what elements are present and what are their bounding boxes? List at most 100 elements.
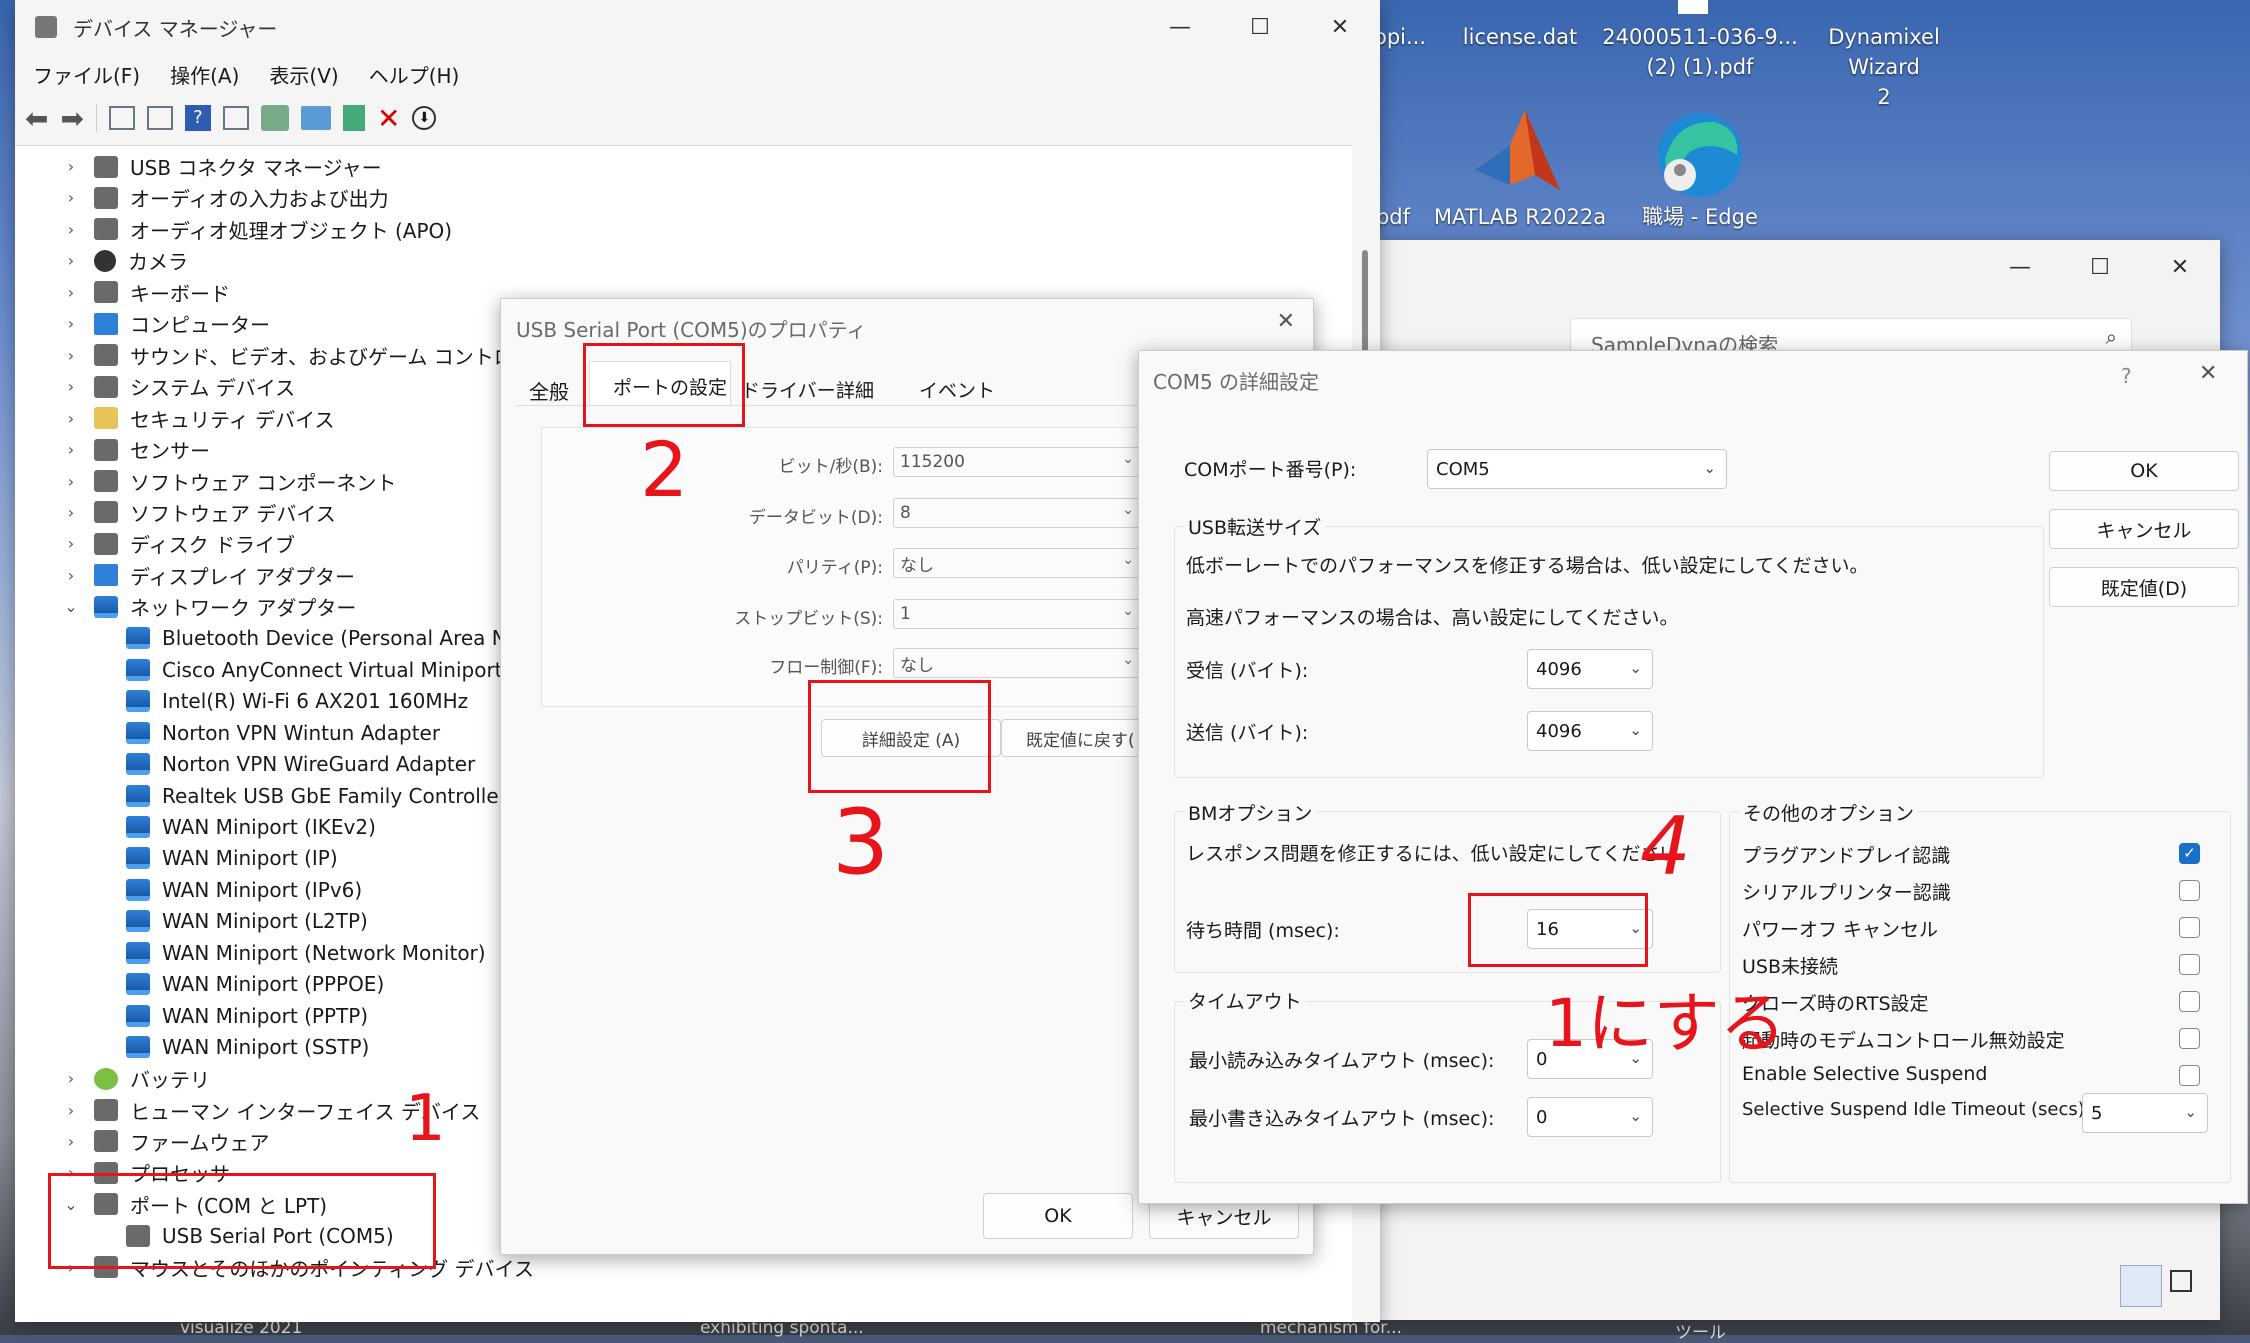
tree-category-item[interactable]: › オーディオ処理オブジェクト (APO)	[58, 214, 452, 245]
enable-device-icon[interactable]	[342, 105, 365, 131]
desktop-icon-pdf[interactable]: 24000511-036-9... (2) (1).pdf	[1600, 22, 1800, 82]
desktop-icon-dynamixel[interactable]: Dynamixel Wizard 2	[1796, 22, 1972, 112]
tree-category-item[interactable]: › ディスク ドライブ	[58, 528, 295, 559]
tree-category-item[interactable]: › システム デバイス	[58, 371, 295, 402]
details-icon[interactable]	[222, 106, 249, 130]
tab-events[interactable]: イベント	[919, 376, 995, 403]
tree-child-item[interactable]: WAN Miniport (Network Monitor)	[90, 937, 486, 968]
chevron-right-icon[interactable]: ›	[58, 1101, 84, 1120]
chevron-right-icon[interactable]: ›	[58, 188, 84, 207]
chevron-right-icon[interactable]: ›	[58, 503, 84, 522]
tree-category-item[interactable]: › ソフトウェア デバイス	[58, 497, 336, 528]
com-port-select[interactable]: COM5 ⌄	[1427, 449, 1727, 489]
stop-bits-select[interactable]: 1 ⌄	[893, 599, 1143, 629]
properties-icon[interactable]	[108, 106, 135, 130]
chevron-right-icon[interactable]: ›	[58, 472, 84, 491]
desktop-icon-license[interactable]: license.dat	[1440, 22, 1600, 52]
chevron-right-icon[interactable]: ›	[58, 377, 84, 396]
tree-category-item[interactable]: › オーディオの入力および出力	[58, 182, 389, 213]
data-bits-select[interactable]: 8 ⌄	[893, 498, 1143, 528]
disable-device-icon[interactable]: ⬇	[412, 106, 437, 130]
cancel-button[interactable]: キャンセル	[2049, 509, 2239, 549]
menu-help[interactable]: ヘルプ(H)	[369, 60, 460, 89]
tree-category-item[interactable]: › カメラ	[58, 245, 188, 276]
chevron-right-icon[interactable]: ›	[58, 566, 84, 585]
menu-view[interactable]: 表示(V)	[269, 60, 338, 89]
help-icon[interactable]: ?	[184, 105, 211, 131]
desktop-icon-edge[interactable]: 職場 - Edge	[1620, 202, 1780, 232]
receive-size-select[interactable]: 4096 ⌄	[1527, 649, 1653, 689]
tree-category-item[interactable]: ⌄ ネットワーク アダプター	[58, 591, 356, 622]
ok-button[interactable]: OK	[983, 1193, 1133, 1239]
chevron-right-icon[interactable]: ›	[58, 283, 84, 302]
tree-category-item[interactable]: › キーボード	[58, 277, 230, 308]
large-icons-view-icon[interactable]	[2170, 1270, 2192, 1292]
tree-child-item[interactable]: Cisco AnyConnect Virtual Miniport Ac	[90, 654, 533, 685]
tree-category-item[interactable]: › サウンド、ビデオ、およびゲーム コントローラー	[58, 340, 574, 371]
chevron-down-icon[interactable]: ⌄	[58, 597, 84, 616]
tree-child-item[interactable]: Norton VPN WireGuard Adapter	[90, 749, 475, 780]
desktop-icon-matlab[interactable]: MATLAB R2022a	[1430, 202, 1610, 232]
write-timeout-select[interactable]: 0 ⌄	[1527, 1097, 1653, 1137]
uninstall-icon[interactable]: ✕	[377, 102, 400, 135]
close-icon[interactable]: ✕	[2199, 361, 2217, 386]
chevron-right-icon[interactable]: ›	[58, 409, 84, 428]
tab-driver[interactable]: ドライバー	[741, 376, 836, 403]
tree-category-item[interactable]: › センサー	[58, 434, 210, 465]
tree-category-item[interactable]: › セキュリティ デバイス	[58, 403, 335, 434]
ok-button[interactable]: OK	[2049, 451, 2239, 491]
option-checkbox[interactable]	[2179, 991, 2200, 1012]
tree-child-item[interactable]: WAN Miniport (IKEv2)	[90, 811, 376, 842]
chevron-right-icon[interactable]: ›	[58, 220, 84, 239]
close-icon[interactable]: ✕	[1277, 309, 1295, 334]
option-checkbox[interactable]	[2179, 1028, 2200, 1049]
tree-category-item[interactable]: › ソフトウェア コンポーネント	[58, 466, 396, 497]
tree-child-item[interactable]: Intel(R) Wi-Fi 6 AX201 160MHz	[90, 686, 468, 717]
forward-arrow-icon[interactable]: ➡	[60, 102, 83, 135]
tree-category-item[interactable]: › USB コネクタ マネージャー	[58, 151, 382, 182]
tree-child-item[interactable]: WAN Miniport (SSTP)	[90, 1032, 369, 1063]
chevron-right-icon[interactable]: ›	[58, 346, 84, 365]
option-checkbox[interactable]	[2179, 1065, 2200, 1086]
parity-select[interactable]: なし ⌄	[893, 548, 1143, 578]
maximize-button[interactable]: ☐	[2060, 240, 2140, 294]
menu-action[interactable]: 操作(A)	[170, 60, 239, 89]
scan-hardware-icon[interactable]	[300, 106, 331, 130]
minimize-button[interactable]: —	[1980, 240, 2060, 294]
option-checkbox[interactable]	[2179, 954, 2200, 975]
flow-control-select[interactable]: なし ⌄	[893, 648, 1143, 678]
tree-category-item[interactable]: › ディスプレイ アダプター	[58, 560, 355, 591]
tree-child-item[interactable]: Norton VPN Wintun Adapter	[90, 717, 440, 748]
idle-timeout-select[interactable]: 5 ⌄	[2082, 1093, 2208, 1133]
send-size-select[interactable]: 4096 ⌄	[1527, 711, 1653, 751]
chevron-right-icon[interactable]: ›	[58, 251, 84, 270]
close-button[interactable]: ✕	[1300, 0, 1380, 54]
chevron-right-icon[interactable]: ›	[58, 1069, 84, 1088]
option-checkbox[interactable]: ✓	[2179, 843, 2200, 864]
tree-child-item[interactable]: WAN Miniport (PPTP)	[90, 1000, 368, 1031]
tree-category-item[interactable]: › コンピューター	[58, 308, 270, 339]
tree-child-item[interactable]: Realtek USB GbE Family Controller	[90, 780, 507, 811]
details-view-icon[interactable]	[2120, 1265, 2162, 1307]
help-icon[interactable]: ?	[2121, 364, 2132, 388]
tab-general[interactable]: 全般	[529, 376, 569, 405]
tree-category-item[interactable]: › バッテリ	[58, 1063, 210, 1094]
option-checkbox[interactable]	[2179, 917, 2200, 938]
defaults-button[interactable]: 既定値(D)	[2049, 567, 2239, 607]
tree-child-item[interactable]: Bluetooth Device (Personal Area Netw	[90, 623, 543, 654]
minimize-button[interactable]: —	[1140, 0, 1220, 54]
tab-details[interactable]: 詳細	[836, 376, 874, 403]
update-driver-icon[interactable]	[260, 105, 289, 131]
menu-file[interactable]: ファイル(F)	[33, 60, 140, 89]
bits-per-second-select[interactable]: 115200 ⌄	[893, 447, 1143, 477]
tree-child-item[interactable]: WAN Miniport (PPPOE)	[90, 969, 384, 1000]
tree-child-item[interactable]: WAN Miniport (L2TP)	[90, 906, 368, 937]
tree-child-item[interactable]: WAN Miniport (IP)	[90, 843, 338, 874]
option-checkbox[interactable]	[2179, 880, 2200, 901]
chevron-right-icon[interactable]: ›	[58, 1132, 84, 1151]
maximize-button[interactable]: ☐	[1220, 0, 1300, 54]
chevron-right-icon[interactable]: ›	[58, 314, 84, 333]
tree-category-item[interactable]: › ファームウェア	[58, 1126, 269, 1157]
back-arrow-icon[interactable]: ⬅	[25, 102, 48, 135]
chevron-right-icon[interactable]: ›	[58, 534, 84, 553]
